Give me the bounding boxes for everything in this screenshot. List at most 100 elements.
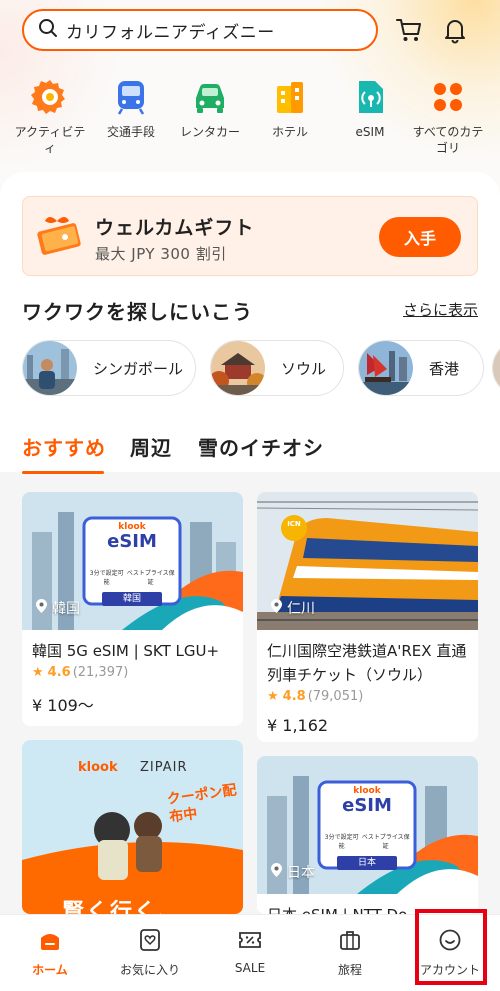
nav-sale[interactable]: SALE bbox=[210, 927, 290, 975]
card-price: ¥ 1,162 bbox=[267, 716, 329, 735]
tab-nearby[interactable]: 周辺 bbox=[130, 432, 172, 461]
esim-icon bbox=[351, 78, 389, 116]
category-activity[interactable]: アクティビティ bbox=[12, 78, 88, 156]
nav-label: 旅程 bbox=[337, 963, 362, 977]
chip-label: シンガポール bbox=[93, 359, 184, 378]
review-count: (21,397) bbox=[72, 665, 129, 680]
card-location: 日本 bbox=[271, 862, 315, 882]
grid-icon bbox=[429, 78, 467, 116]
category-label: ホテル bbox=[271, 125, 308, 139]
bell-icon[interactable] bbox=[440, 15, 470, 45]
chip-seoul[interactable]: ソウル bbox=[210, 340, 344, 396]
chip-label: 香港 bbox=[429, 359, 460, 378]
product-card-korea-esim[interactable]: klook eSIM 3分で設定可能 ベストプライス保証 韓国 韓国 韓国 5G… bbox=[22, 492, 243, 726]
card-rating: ★ 4.8 (79,051) bbox=[257, 687, 478, 704]
explore-heading: ワクワクを探しにいこう bbox=[22, 300, 253, 324]
card-location: 韓国 bbox=[36, 598, 80, 618]
star-icon: ★ bbox=[267, 689, 279, 704]
badge-tag: ベストプライス保証 bbox=[126, 570, 175, 586]
location-label: 仁川 bbox=[287, 601, 315, 617]
category-car-rental[interactable]: レンタカー bbox=[172, 78, 248, 140]
badge-tag: 3分で設定可能 bbox=[324, 834, 359, 850]
location-pin-icon bbox=[271, 863, 282, 881]
product-card-arex[interactable]: ICN 仁川 仁川国際空港鉄道A'REX 直通列車チケット（ソウル） ★ 4.8… bbox=[257, 492, 478, 742]
category-label: レンタカー bbox=[179, 125, 240, 139]
active-tab-indicator bbox=[22, 471, 104, 474]
card-rating: ★ 4.6 (21,397) bbox=[22, 663, 243, 680]
nav-label: ホーム bbox=[32, 963, 68, 977]
chip-more[interactable] bbox=[492, 340, 500, 396]
category-label: アクティビティ bbox=[14, 125, 86, 155]
promo-card-zipair[interactable]: klook ZIPAIR クーポン配布中 賢く行く、 bbox=[22, 740, 243, 914]
location-pin-icon bbox=[36, 599, 47, 617]
badge-country: 日本 bbox=[337, 856, 397, 870]
esim-badge: klook eSIM 3分で設定可能 ベストプライス保証 日本 bbox=[319, 786, 415, 870]
destination-chips: シンガポール ソウル 香港 bbox=[22, 340, 500, 396]
see-more-link[interactable]: さらに表示 bbox=[403, 299, 478, 320]
esim-badge: klook eSIM 3分で設定可能 ベストプライス保証 韓国 bbox=[84, 522, 180, 606]
location-label: 韓国 bbox=[52, 601, 80, 617]
hongkong-thumbnail bbox=[359, 341, 413, 395]
sale-icon bbox=[237, 927, 263, 953]
category-label: 交通手段 bbox=[106, 125, 155, 139]
badge-tags: 3分で設定可能 ベストプライス保証 bbox=[84, 568, 180, 586]
nav-label: お気に入り bbox=[119, 963, 180, 977]
singapore-thumbnail bbox=[23, 341, 77, 395]
category-transport[interactable]: 交通手段 bbox=[93, 78, 169, 140]
search-input[interactable]: カリフォルニアディズニー bbox=[22, 9, 378, 51]
badge-title: eSIM bbox=[107, 531, 157, 552]
category-esim[interactable]: eSIM bbox=[332, 78, 408, 140]
feed-tabs: おすすめ 周辺 雪のイチオシ bbox=[22, 432, 478, 476]
search-icon bbox=[38, 18, 58, 42]
tab-snow-picks[interactable]: 雪のイチオシ bbox=[198, 432, 324, 461]
card-title: 仁川国際空港鉄道A'REX 直通列車チケット（ソウル） bbox=[267, 642, 467, 684]
nav-favorites[interactable]: お気に入り bbox=[110, 927, 190, 978]
tab-recommended[interactable]: おすすめ bbox=[22, 432, 106, 461]
category-label: すべてのカテゴリ bbox=[412, 125, 484, 155]
gift-icon bbox=[35, 213, 87, 261]
card-image: klook eSIM 3分で設定可能 ベストプライス保証 日本 日本 bbox=[257, 756, 478, 894]
cart-icon[interactable] bbox=[394, 15, 424, 45]
category-hotel[interactable]: ホテル bbox=[252, 78, 328, 140]
card-location: 仁川 bbox=[271, 598, 315, 618]
badge-title: eSIM bbox=[342, 795, 392, 816]
review-count: (79,051) bbox=[307, 689, 364, 704]
badge-country: 韓国 bbox=[102, 592, 162, 606]
chip-label: ソウル bbox=[281, 359, 327, 378]
card-image: ICN 仁川 bbox=[257, 492, 478, 630]
seoul-thumbnail bbox=[211, 341, 265, 395]
suitcase-icon bbox=[337, 927, 363, 953]
chip-singapore[interactable]: シンガポール bbox=[22, 340, 196, 396]
activity-icon bbox=[31, 78, 69, 116]
welcome-gift-banner[interactable]: ウェルカムギフト 最大 JPY 300 割引 入手 bbox=[22, 196, 478, 276]
nav-itinerary[interactable]: 旅程 bbox=[310, 927, 390, 978]
star-icon: ★ bbox=[32, 665, 44, 680]
chip-hongkong[interactable]: 香港 bbox=[358, 340, 484, 396]
location-label: 日本 bbox=[287, 865, 315, 881]
gift-claim-button[interactable]: 入手 bbox=[379, 217, 461, 257]
explore-section-header: ワクワクを探しにいこう さらに表示 bbox=[22, 296, 478, 324]
gift-title: ウェルカムギフト bbox=[95, 217, 255, 239]
train-icon bbox=[112, 78, 150, 116]
favorites-icon bbox=[137, 927, 163, 953]
nav-home[interactable]: ホーム bbox=[10, 927, 90, 978]
category-label: eSIM bbox=[355, 125, 385, 139]
car-icon bbox=[191, 78, 229, 116]
category-all[interactable]: すべてのカテゴリ bbox=[410, 78, 486, 156]
location-pin-icon bbox=[271, 599, 282, 617]
home-icon bbox=[37, 927, 63, 953]
promo-brand-klook: klook bbox=[78, 760, 118, 775]
badge-tag: 3分で設定可能 bbox=[89, 570, 124, 586]
search-query: カリフォルニアディズニー bbox=[66, 22, 275, 43]
destination-thumbnail bbox=[493, 341, 500, 395]
badge-tag: ベストプライス保証 bbox=[361, 834, 410, 850]
rating-score: 4.6 bbox=[47, 665, 71, 680]
highlight-box bbox=[415, 909, 487, 985]
nav-label: SALE bbox=[234, 961, 266, 975]
card-image: klook eSIM 3分で設定可能 ベストプライス保証 韓国 韓国 bbox=[22, 492, 243, 630]
promo-brand-zipair: ZIPAIR bbox=[140, 760, 188, 775]
product-card-japan-esim[interactable]: klook eSIM 3分で設定可能 ベストプライス保証 日本 日本 日本 eS… bbox=[257, 756, 478, 914]
search-row: カリフォルニアディズニー bbox=[22, 9, 478, 51]
card-price: ¥ 109〜 bbox=[32, 696, 94, 715]
promo-banner-text: 賢く行く、 bbox=[62, 900, 183, 914]
